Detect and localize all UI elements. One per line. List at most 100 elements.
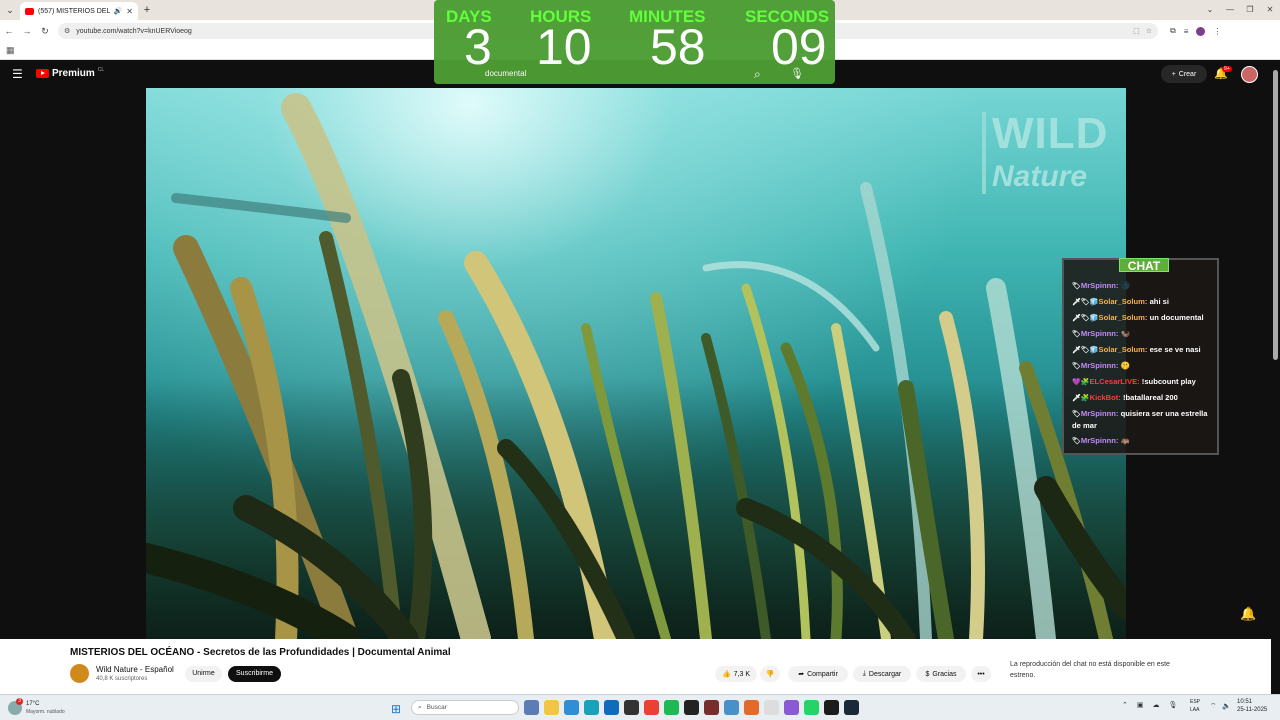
weather-temperature: 17°C [26, 701, 40, 707]
new-tab-button[interactable]: + [138, 4, 156, 16]
youtube-premium-logo[interactable]: Premium CL [36, 67, 105, 79]
hamburger-menu-icon[interactable]: ☰ [12, 67, 23, 81]
more-actions-button[interactable]: ••• [971, 666, 991, 682]
chat-username[interactable]: MrSpinnn: [1081, 361, 1119, 370]
media-control-icon[interactable]: ≡ [1184, 27, 1189, 36]
close-tab-icon[interactable]: ✕ [126, 7, 133, 16]
install-icon[interactable]: ⬚ [1133, 27, 1140, 35]
keyboard-language[interactable]: ESP [1190, 699, 1200, 705]
download-button[interactable]: ⤓ Descargar [853, 666, 911, 682]
media-app-icon[interactable] [624, 700, 639, 715]
user-avatar[interactable] [1241, 66, 1258, 83]
chat-badges: 🗡🏷🧊 [1072, 347, 1099, 354]
countdown-hours-value: 10 [536, 19, 592, 75]
subscribe-button[interactable]: Suscribirme [228, 666, 281, 682]
microphone-icon[interactable]: 🎙 [790, 67, 804, 80]
tab-search-icon[interactable]: ⌄ [0, 0, 20, 20]
chat-username[interactable]: MrSpinnn: [1081, 329, 1119, 338]
chat-username[interactable]: Solar_Solum: [1099, 297, 1148, 306]
extensions-icon[interactable]: ⧉ [1170, 26, 1176, 36]
network-icon[interactable]: ⌔ [1210, 702, 1217, 711]
join-button[interactable]: Unirme [185, 666, 222, 682]
keyboard-layout[interactable]: LAA [1190, 707, 1199, 713]
terminal-icon[interactable] [684, 700, 699, 715]
chat-badges: 🗡🧩 [1072, 395, 1090, 402]
chrome-icon[interactable] [644, 700, 659, 715]
bookmark-star-icon[interactable]: ☆ [1146, 27, 1152, 35]
chat-username[interactable]: MrSpinnn: [1081, 436, 1119, 445]
clock-date[interactable]: 25-11-2025 [1237, 707, 1267, 713]
like-button[interactable]: 👍 7,3 K [715, 666, 757, 682]
app-icon[interactable] [824, 700, 839, 715]
thumbs-down-icon: 👎 [765, 671, 775, 678]
chat-text: ahi si [1149, 297, 1169, 306]
chat-text: !subcount play [1141, 377, 1196, 386]
clock-time[interactable]: 10:51 [1237, 699, 1252, 705]
channel-branding-icon[interactable]: 🔔 [1240, 606, 1260, 626]
app-icon[interactable] [784, 700, 799, 715]
browser-tab[interactable]: (557) MISTERIOS DEL OCÉA 🔊 ✕ [20, 2, 138, 20]
video-title: MISTERIOS DEL OCÉANO - Secretos de las P… [70, 647, 451, 658]
reload-icon[interactable]: ↻ [36, 26, 54, 37]
page-scrollbar[interactable] [1271, 60, 1280, 694]
chat-message: 🗡🧩KickBot: !batallareal 200 [1072, 392, 1216, 404]
browser-menu-icon[interactable]: ⋮ [1213, 27, 1221, 36]
scrollbar-thumb[interactable] [1273, 70, 1278, 360]
app-icon[interactable] [764, 700, 779, 715]
search-input[interactable]: documental [485, 69, 526, 78]
store-icon[interactable] [604, 700, 619, 715]
tab-title: (557) MISTERIOS DEL OCÉA [38, 7, 110, 15]
wild-nature-watermark: WILD Nature [982, 112, 1108, 194]
chat-message: 🗡🏷🧊Solar_Solum: ese se ve nasi [1072, 344, 1216, 356]
app-icon[interactable] [704, 700, 719, 715]
minimize-icon[interactable]: — [1220, 0, 1240, 20]
video-player[interactable]: WILD Nature [146, 88, 1126, 639]
tab-list-icon[interactable]: ⌄ [1200, 0, 1220, 20]
chat-username[interactable]: Solar_Solum: [1099, 313, 1148, 322]
whatsapp-icon[interactable] [804, 700, 819, 715]
chat-username[interactable]: Solar_Solum: [1099, 345, 1148, 354]
file-explorer-icon[interactable] [544, 700, 559, 715]
taskbar-search-icon: ⌕ [418, 703, 422, 711]
create-button[interactable]: + Crear [1161, 65, 1207, 83]
speaker-icon[interactable]: 🔊 [114, 7, 123, 15]
windows-start-icon[interactable]: ⊞ [391, 702, 401, 716]
countdown-minutes-value: 58 [650, 19, 706, 75]
show-hidden-icons-icon[interactable]: ⌃ [1122, 701, 1128, 709]
dislike-button[interactable]: 👎 [760, 666, 780, 682]
restore-icon[interactable]: ❐ [1240, 0, 1260, 20]
forward-icon[interactable]: → [18, 26, 36, 36]
thanks-button[interactable]: $ Gracias [916, 666, 966, 682]
edge-icon[interactable] [584, 700, 599, 715]
app-icon[interactable] [744, 700, 759, 715]
share-button[interactable]: ➦ Compartir [788, 666, 848, 682]
microphone-icon[interactable]: 🎙 [1169, 701, 1178, 709]
steam-icon[interactable] [844, 700, 859, 715]
chat-badges: 🏷 [1072, 363, 1081, 370]
photos-icon[interactable] [564, 700, 579, 715]
app-icon[interactable] [724, 700, 739, 715]
tray-app-icon[interactable]: ☁ [1153, 701, 1160, 709]
back-icon[interactable]: ← [0, 26, 18, 36]
site-info-icon[interactable]: ⚙ [64, 27, 70, 35]
task-view-icon[interactable] [524, 700, 539, 715]
chat-title: CHAT [1119, 258, 1169, 273]
profile-avatar[interactable] [1196, 26, 1206, 36]
close-window-icon[interactable]: ✕ [1260, 0, 1280, 20]
search-icon[interactable]: ⌕ [754, 67, 761, 82]
share-icon: ➦ [798, 671, 805, 678]
download-icon: ⤓ [862, 670, 866, 677]
chat-username[interactable]: ELCesarLIVE: [1089, 377, 1139, 386]
chat-badges: 🗡🏷🧊 [1072, 299, 1099, 306]
volume-icon[interactable]: 🔈 [1222, 702, 1231, 710]
channel-name[interactable]: Wild Nature - Español [96, 665, 174, 674]
channel-avatar[interactable] [70, 664, 89, 683]
apps-grid-icon[interactable]: ▦ [6, 45, 15, 56]
tray-app-icon[interactable]: ▣ [1137, 701, 1144, 709]
chat-username[interactable]: KickBot: [1090, 393, 1121, 402]
chat-username[interactable]: MrSpinnn: [1081, 409, 1119, 418]
spotify-icon[interactable] [664, 700, 679, 715]
taskbar-search[interactable]: ⌕ Buscar [411, 700, 519, 715]
brand-region: CL [97, 67, 105, 73]
chat-username[interactable]: MrSpinnn: [1081, 281, 1119, 290]
